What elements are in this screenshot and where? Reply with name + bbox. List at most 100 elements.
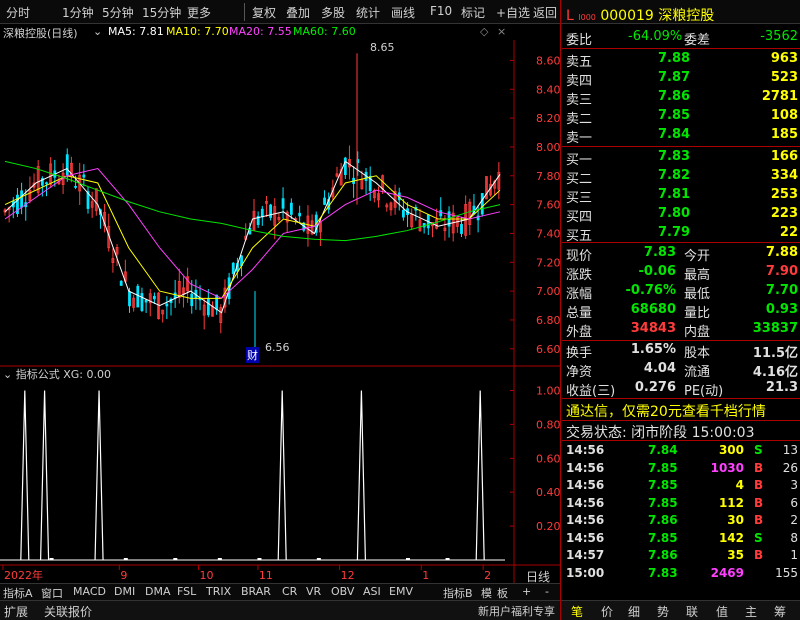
tab-detail[interactable]: 细: [628, 603, 640, 620]
signal-dot: [445, 558, 450, 560]
tab-more[interactable]: 更多: [187, 4, 211, 21]
tab-dmi[interactable]: DMI: [114, 585, 135, 598]
quote-header: L I000 000019 深粮控股: [566, 5, 714, 25]
signal-spike: [40, 390, 50, 561]
bid-row[interactable]: 买一 7.83 166: [562, 148, 800, 168]
ask-row[interactable]: 卖一 7.84 185: [562, 126, 800, 146]
tab-dma[interactable]: DMA: [145, 585, 171, 598]
tick-time: 14:57: [566, 548, 605, 562]
ma5-label: MA5: 7.81: [108, 25, 164, 38]
remove-tab-button[interactable]: -: [545, 585, 549, 598]
sub-tick-label: 0.60: [536, 452, 560, 465]
tab-obv[interactable]: OBV: [331, 585, 354, 598]
stats-button[interactable]: 统计: [356, 4, 380, 21]
sub-tick-label: 1.00: [536, 384, 560, 397]
level-price: 7.79: [658, 225, 691, 240]
level-volume: 166: [770, 149, 798, 164]
multi-stock-button[interactable]: 多股: [321, 4, 345, 21]
tab-asi[interactable]: ASI: [363, 585, 381, 598]
tab-trix[interactable]: TRIX: [206, 585, 231, 598]
webi-value: -64.09%: [628, 29, 683, 44]
tick-volume: 2469: [710, 565, 744, 580]
tab-indicator-a[interactable]: 指标A: [3, 585, 33, 601]
tick-price: 7.86: [648, 548, 678, 562]
kline-chart[interactable]: 8.60 8.40 8.20 8.00 7.80 7.60 7.40 7.20 7.00 6.80…: [0, 40, 560, 583]
level-price: 7.85: [658, 108, 691, 123]
tab-main[interactable]: 主: [745, 603, 757, 620]
tab-ticks[interactable]: 笔: [571, 603, 583, 620]
bid-row[interactable]: 买三 7.81 253: [562, 186, 800, 206]
price-tick-label: 7.00: [536, 285, 560, 298]
bid-row[interactable]: 买二 7.82 334: [562, 167, 800, 187]
add-watchlist-button[interactable]: +自选: [496, 4, 530, 21]
tab-linked[interactable]: 联: [686, 603, 698, 620]
finance-marker[interactable]: 财: [246, 347, 259, 363]
tab-1min[interactable]: 1分钟: [62, 4, 94, 21]
tab-trend[interactable]: 势: [657, 603, 669, 620]
candle-body: [439, 210, 443, 217]
promo-banner[interactable]: 通达信，仅需20元查看千档行情: [566, 401, 766, 421]
diamond-icon[interactable]: ◇: [480, 25, 488, 38]
chevron-down-icon[interactable]: ⌄: [3, 368, 12, 381]
wecha-value: -3562: [760, 29, 798, 44]
adjust-button[interactable]: 复权: [252, 4, 276, 21]
tab-template[interactable]: 模: [481, 585, 492, 601]
ask-row[interactable]: 卖五 7.88 963: [562, 50, 800, 70]
tick-price: 7.86: [648, 513, 678, 527]
indicator-formula-label: 指标公式 XG: 0.00: [15, 368, 111, 381]
overlay-button[interactable]: 叠加: [286, 4, 310, 21]
tab-15min[interactable]: 15分钟: [142, 4, 181, 21]
candle-body: [206, 298, 210, 316]
stat-label: 流通: [684, 365, 711, 380]
add-tab-button[interactable]: +: [522, 585, 531, 598]
stat-value: 33837: [752, 321, 798, 336]
signal-dot: [217, 558, 222, 560]
tick-direction: S: [754, 443, 763, 457]
ask-row[interactable]: 卖二 7.85 108: [562, 107, 800, 127]
stat-label: PE(动): [684, 384, 724, 399]
stat-value: 4.04: [643, 361, 676, 376]
tab-macd[interactable]: MACD: [73, 585, 106, 598]
back-button[interactable]: 返回: [533, 4, 557, 21]
tick-count: 1: [790, 548, 798, 562]
draw-line-button[interactable]: 画线: [391, 4, 415, 21]
level-price: 7.84: [658, 127, 691, 142]
bid-row[interactable]: 买五 7.79 22: [562, 224, 800, 244]
tab-value[interactable]: 值: [716, 603, 728, 620]
candle-body: [480, 193, 484, 215]
ask-row[interactable]: 卖四 7.87 523: [562, 69, 800, 89]
tab-indicator-b[interactable]: 指标B: [443, 585, 473, 601]
tick-direction: S: [754, 530, 763, 545]
chevron-down-icon[interactable]: ⌄: [93, 25, 102, 38]
close-icon[interactable]: ×: [497, 25, 506, 38]
tab-chips[interactable]: 筹: [774, 603, 786, 620]
tab-window[interactable]: 窗口: [41, 585, 63, 601]
tab-intraday[interactable]: 分时: [6, 4, 30, 21]
tab-fsl[interactable]: FSL: [177, 585, 196, 598]
candle-body: [289, 202, 293, 215]
level-label: 卖一: [566, 131, 593, 146]
tab-vr[interactable]: VR: [306, 585, 321, 598]
price-tick-label: 8.40: [536, 83, 560, 96]
expand-button[interactable]: 扩展: [4, 603, 28, 620]
ask-row[interactable]: 卖三 7.86 2781: [562, 88, 800, 108]
tab-board[interactable]: 板: [497, 585, 508, 601]
tick-time: 14:56: [566, 443, 605, 457]
tab-5min[interactable]: 5分钟: [102, 4, 134, 21]
tab-brar[interactable]: BRAR: [241, 585, 271, 598]
signal-dot: [316, 558, 321, 560]
mark-button[interactable]: 标记: [461, 4, 485, 21]
low-annotation: 6.56: [265, 341, 290, 354]
tick-time: 14:56: [566, 513, 605, 527]
stat-value: 21.3: [765, 380, 798, 395]
stat-label: 总量: [566, 306, 593, 321]
tab-cr[interactable]: CR: [282, 585, 297, 598]
tab-price[interactable]: 价: [601, 603, 613, 620]
bid-row[interactable]: 买四 7.80 223: [562, 205, 800, 225]
ma20-label: MA20: 7.55: [229, 25, 292, 38]
related-quote-button[interactable]: 关联报价: [44, 603, 92, 620]
f10-button[interactable]: F10: [430, 4, 452, 18]
tab-emv[interactable]: EMV: [389, 585, 413, 598]
new-user-promo[interactable]: 新用户福利专享: [478, 603, 555, 619]
price-tick-label: 7.20: [536, 256, 560, 269]
